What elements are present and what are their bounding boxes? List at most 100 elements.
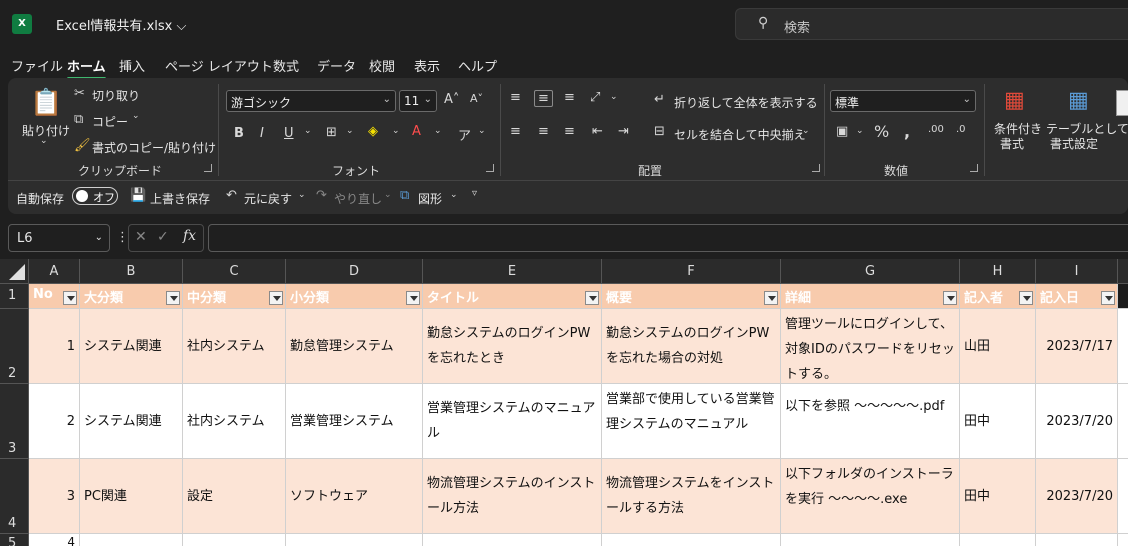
- font-name-select[interactable]: 游ゴシック ⌄: [226, 90, 396, 112]
- filter-dropdown-icon[interactable]: [764, 291, 778, 305]
- table-cell[interactable]: 勤怠システムのログインPWを忘れたとき: [423, 309, 602, 384]
- table-cell[interactable]: 設定: [183, 459, 286, 534]
- row-header-4[interactable]: 4: [0, 459, 29, 534]
- align-center-icon[interactable]: ≡: [538, 124, 549, 139]
- tab-data[interactable]: データ: [317, 56, 356, 75]
- align-right-icon[interactable]: ≡: [564, 124, 575, 139]
- file-name-menu[interactable]: Excel情報共有.xlsx ⌵: [56, 15, 186, 34]
- empty-cell[interactable]: [1118, 459, 1128, 534]
- column-header-j[interactable]: [1118, 259, 1128, 284]
- formula-input[interactable]: [208, 224, 1128, 252]
- tab-insert[interactable]: 挿入: [119, 56, 145, 75]
- table-cell[interactable]: 営業管理システム: [286, 384, 423, 459]
- table-cell[interactable]: [1036, 534, 1118, 546]
- table-cell-no[interactable]: 1: [29, 309, 80, 384]
- column-header-b[interactable]: B: [80, 259, 183, 284]
- table-cell[interactable]: 勤怠システムのログインPWを忘れた場合の対処: [602, 309, 781, 384]
- table-cell[interactable]: 以下フォルダのインストーラを実行 〜〜〜〜.exe: [781, 459, 960, 534]
- chevron-down-icon[interactable]: ⌄: [132, 111, 140, 121]
- phonetic-icon[interactable]: ア: [458, 125, 471, 144]
- table-cell[interactable]: 勤怠管理システム: [286, 309, 423, 384]
- column-header-i[interactable]: I: [1036, 259, 1118, 284]
- filter-dropdown-icon[interactable]: [166, 291, 180, 305]
- chevron-down-icon[interactable]: ⌄: [610, 92, 618, 102]
- column-header-f[interactable]: F: [602, 259, 781, 284]
- insert-function-icon[interactable]: fx: [183, 228, 196, 244]
- tab-view[interactable]: 表示: [414, 56, 440, 75]
- border-icon[interactable]: ⊞: [326, 125, 337, 140]
- tab-file[interactable]: ファイル: [11, 56, 63, 75]
- percent-icon[interactable]: %: [874, 122, 889, 141]
- number-format-select[interactable]: 標準 ⌄: [830, 90, 976, 112]
- cancel-icon[interactable]: ✕: [135, 229, 147, 245]
- format-painter-button[interactable]: 書式のコピー/貼り付け: [92, 139, 216, 156]
- merge-center-button[interactable]: セルを結合して中央揃え: [674, 126, 806, 143]
- table-cell[interactable]: ソフトウェア: [286, 459, 423, 534]
- comma-icon[interactable]: ,: [904, 122, 910, 141]
- table-cell[interactable]: 山田: [960, 309, 1036, 384]
- table-cell-date[interactable]: 2023/7/20: [1036, 384, 1118, 459]
- increase-decimal-icon[interactable]: .00: [928, 124, 944, 135]
- table-header-cell[interactable]: 概要: [602, 284, 781, 309]
- orientation-icon[interactable]: ⤢: [590, 90, 600, 105]
- empty-cell[interactable]: [1118, 534, 1128, 546]
- name-box[interactable]: L6 ⌄: [8, 224, 110, 252]
- underline-icon[interactable]: U: [284, 126, 294, 141]
- row-header-5[interactable]: 5: [0, 534, 29, 546]
- confirm-icon[interactable]: ✓: [157, 229, 169, 245]
- table-cell[interactable]: 営業管理システムのマニュアル: [423, 384, 602, 459]
- font-dialog-launcher[interactable]: [486, 164, 494, 172]
- select-all-button[interactable]: [0, 259, 29, 284]
- tab-formulas[interactable]: 数式: [273, 56, 299, 75]
- empty-cell[interactable]: [1118, 284, 1128, 309]
- empty-cell[interactable]: [1118, 309, 1128, 384]
- row-header-1[interactable]: 1: [0, 284, 29, 309]
- autosave-toggle[interactable]: オフ: [72, 187, 118, 205]
- filter-dropdown-icon[interactable]: [269, 291, 283, 305]
- align-middle-icon[interactable]: ≡: [534, 90, 553, 107]
- table-cell[interactable]: [781, 534, 960, 546]
- table-cell-no[interactable]: 3: [29, 459, 80, 534]
- table-cell[interactable]: システム関連: [80, 309, 183, 384]
- column-header-c[interactable]: C: [183, 259, 286, 284]
- alignment-dialog-launcher[interactable]: [812, 164, 820, 172]
- tab-home[interactable]: ホーム: [67, 56, 106, 80]
- chevron-down-icon[interactable]: ⌄: [478, 126, 486, 136]
- table-cell[interactable]: 物流管理システムをインストールする方法: [602, 459, 781, 534]
- bold-icon[interactable]: B: [234, 126, 244, 141]
- table-cell[interactable]: 以下を参照 〜〜〜〜〜.pdf: [781, 384, 960, 459]
- italic-icon[interactable]: I: [260, 126, 264, 141]
- row-header-2[interactable]: 2: [0, 309, 29, 384]
- chevron-down-icon[interactable]: ⌄: [434, 126, 442, 136]
- filter-dropdown-icon[interactable]: [1101, 291, 1115, 305]
- fill-color-icon[interactable]: ◈: [368, 124, 378, 139]
- table-cell[interactable]: 社内システム: [183, 384, 286, 459]
- cut-button[interactable]: 切り取り: [92, 87, 140, 104]
- filter-dropdown-icon[interactable]: [943, 291, 957, 305]
- save-button[interactable]: 上書き保存: [150, 190, 210, 207]
- tab-help[interactable]: ヘルプ: [458, 56, 497, 75]
- decrease-decimal-icon[interactable]: .0: [956, 124, 966, 135]
- decrease-font-icon[interactable]: A˅: [470, 92, 483, 105]
- font-size-select[interactable]: 11 ⌄: [399, 90, 437, 112]
- table-cell[interactable]: 物流管理システムのインストール方法: [423, 459, 602, 534]
- table-header-cell[interactable]: タイトル: [423, 284, 602, 309]
- table-cell-date[interactable]: 2023/7/20: [1036, 459, 1118, 534]
- chevron-down-icon[interactable]: ⌄: [384, 190, 392, 200]
- table-cell[interactable]: 社内システム: [183, 309, 286, 384]
- redo-button[interactable]: やり直し: [334, 190, 382, 207]
- table-cell-no[interactable]: 2: [29, 384, 80, 459]
- increase-font-icon[interactable]: A˄: [444, 92, 459, 107]
- column-header-h[interactable]: H: [960, 259, 1036, 284]
- shapes-button[interactable]: 図形: [418, 190, 442, 207]
- table-cell[interactable]: PC関連: [80, 459, 183, 534]
- clipboard-dialog-launcher[interactable]: [204, 164, 212, 172]
- column-header-d[interactable]: D: [286, 259, 423, 284]
- table-header-cell[interactable]: 中分類: [183, 284, 286, 309]
- align-top-icon[interactable]: ≡: [510, 90, 521, 105]
- chevron-down-icon[interactable]: ⌄: [392, 126, 400, 136]
- table-header-cell[interactable]: 大分類: [80, 284, 183, 309]
- increase-indent-icon[interactable]: ⇥: [618, 124, 629, 139]
- column-header-e[interactable]: E: [423, 259, 602, 284]
- tab-review[interactable]: 校閲: [369, 56, 395, 75]
